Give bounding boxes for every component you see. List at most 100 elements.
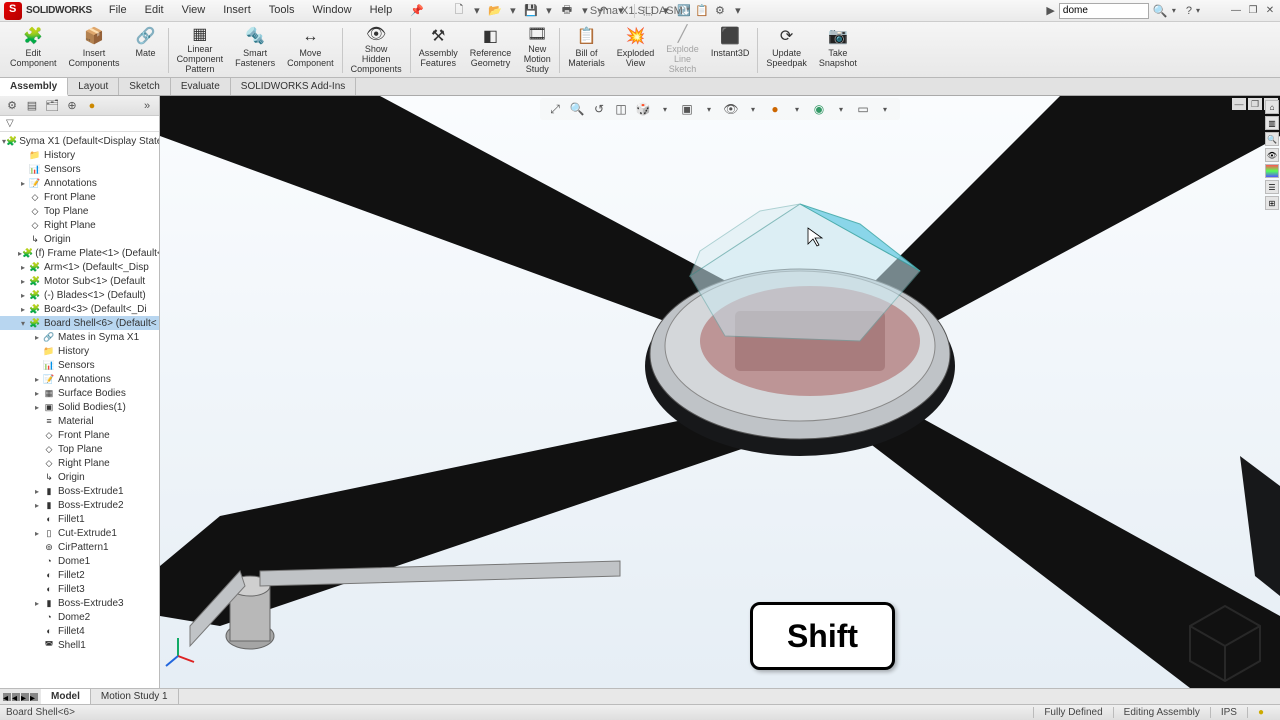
tree-display-icon[interactable]: ▤: [23, 98, 41, 114]
menu-window[interactable]: Window: [305, 2, 358, 19]
show-hidden-button[interactable]: 👁Show Hidden Components: [345, 24, 408, 77]
tree-node[interactable]: ▸🧩(f) Frame Plate<1> (Default<: [0, 246, 159, 260]
tree-node[interactable]: ▸▮Boss-Extrude3: [0, 596, 159, 610]
tree-node[interactable]: ◐Fillet1: [0, 512, 159, 526]
explode-line-sketch-button[interactable]: ╱Explode Line Sketch: [660, 24, 705, 77]
section-view-icon[interactable]: ◫: [612, 100, 630, 118]
tree-node[interactable]: ↳Origin: [0, 232, 159, 246]
vp-max-icon[interactable]: ❐: [1248, 98, 1262, 110]
insert-components-button[interactable]: 📦Insert Components: [63, 24, 126, 77]
menu-edit[interactable]: Edit: [138, 2, 171, 19]
tree-node[interactable]: ▸📝Annotations: [0, 372, 159, 386]
tree-node[interactable]: 📊Sensors: [0, 162, 159, 176]
tree-node[interactable]: ▸🧩Board<3> (Default<_Di: [0, 302, 159, 316]
dropdown-icon[interactable]: ▾: [832, 100, 850, 118]
print-icon[interactable]: 🖶: [559, 3, 575, 19]
bom-button[interactable]: 📋Bill of Materials: [562, 24, 611, 77]
tree-config-icon[interactable]: 🗂: [43, 98, 61, 114]
tree-node[interactable]: ◐Fillet4: [0, 624, 159, 638]
reference-geometry-button[interactable]: ◧Reference Geometry: [464, 24, 518, 77]
tree-filter-icon[interactable]: ⚙: [3, 98, 21, 114]
tree-node[interactable]: ◇Front Plane: [0, 190, 159, 204]
tree-node[interactable]: ◚Shell1: [0, 638, 159, 652]
taskpane-prop-icon[interactable]: ☰: [1265, 180, 1279, 194]
dropdown-icon[interactable]: ▾: [505, 3, 521, 19]
tree-node[interactable]: ▸🧩Arm<1> (Default<_Disp: [0, 260, 159, 274]
appearance-icon[interactable]: ●: [766, 100, 784, 118]
render-icon[interactable]: ▭: [854, 100, 872, 118]
help-icon[interactable]: ?: [1186, 5, 1192, 17]
menu-file[interactable]: File: [102, 2, 134, 19]
tree-node[interactable]: 📊Sensors: [0, 358, 159, 372]
tree-node[interactable]: ▾🧩Board Shell<6> (Default<: [0, 316, 159, 330]
menu-pin-icon[interactable]: 📌: [403, 2, 431, 19]
feature-tree[interactable]: ▾🧩Syma X1 (Default<Display State-1>) 📁Hi…: [0, 132, 159, 688]
taskpane-appear-icon[interactable]: [1265, 164, 1279, 178]
dropdown-icon[interactable]: ▾: [469, 3, 485, 19]
dropdown-icon[interactable]: ▾: [656, 100, 674, 118]
tree-node[interactable]: 📁History: [0, 344, 159, 358]
tree-node[interactable]: ◐Fillet2: [0, 568, 159, 582]
tree-node[interactable]: 📁History: [0, 148, 159, 162]
tab-sketch[interactable]: Sketch: [119, 78, 171, 95]
tree-navigate-icon[interactable]: ⊕: [63, 98, 81, 114]
tree-root-node[interactable]: ▾🧩Syma X1 (Default<Display State-1>): [0, 134, 159, 148]
tree-node[interactable]: ◇Top Plane: [0, 442, 159, 456]
hide-show-icon[interactable]: 👁: [722, 100, 740, 118]
tree-node[interactable]: ◇Top Plane: [0, 204, 159, 218]
scene-icon[interactable]: ◉: [810, 100, 828, 118]
taskpane-search-icon[interactable]: 🔍: [1265, 132, 1279, 146]
dropdown-icon[interactable]: ▾: [541, 3, 557, 19]
new-motion-study-button[interactable]: 🎞New Motion Study: [517, 24, 557, 77]
search-target-icon[interactable]: ▶: [1046, 4, 1054, 17]
bottom-tab-motion[interactable]: Motion Study 1: [91, 689, 179, 704]
tree-node[interactable]: ▸▯Cut-Extrude1: [0, 526, 159, 540]
taskpane-lib-icon[interactable]: ▥: [1265, 116, 1279, 130]
graphics-viewport[interactable]: ⤢ 🔍 ↺ ◫ 🎲▾ ▣▾ 👁▾ ●▾ ◉▾ ▭▾ — ❐ ✕ ⌂ ▥ 🔍 👁 …: [160, 96, 1280, 688]
instant3d-button[interactable]: ⬛Instant3D: [705, 24, 756, 77]
dropdown-icon[interactable]: ▾: [744, 100, 762, 118]
tree-node[interactable]: ↳Origin: [0, 470, 159, 484]
tree-node[interactable]: ◔Dome2: [0, 610, 159, 624]
bottom-tab-nav[interactable]: ◂◂▸▸: [0, 689, 41, 704]
search-input[interactable]: [1059, 3, 1149, 19]
status-warn-icon[interactable]: ●: [1247, 707, 1274, 718]
taskpane-forum-icon[interactable]: ⊞: [1265, 196, 1279, 210]
dropdown-icon[interactable]: ▾: [700, 100, 718, 118]
tree-node[interactable]: ◇Right Plane: [0, 456, 159, 470]
zoom-area-icon[interactable]: 🔍: [568, 100, 586, 118]
tab-assembly[interactable]: Assembly: [0, 78, 68, 96]
display-style-icon[interactable]: ▣: [678, 100, 696, 118]
tree-expand-icon[interactable]: »: [138, 98, 156, 114]
settings-icon[interactable]: ⚙: [712, 3, 728, 19]
tree-node[interactable]: ◇Right Plane: [0, 218, 159, 232]
filter-bar[interactable]: ▽: [0, 116, 159, 132]
tree-node[interactable]: ▸▮Boss-Extrude2: [0, 498, 159, 512]
vp-min-icon[interactable]: —: [1232, 98, 1246, 110]
taskpane-home-icon[interactable]: ⌂: [1265, 100, 1279, 114]
tree-node[interactable]: ▸🔗Mates in Syma X1: [0, 330, 159, 344]
tree-node[interactable]: ◔Dome1: [0, 554, 159, 568]
tree-node[interactable]: ◐Fillet3: [0, 582, 159, 596]
linear-pattern-button[interactable]: ▦Linear Component Pattern: [171, 24, 230, 77]
edit-component-button[interactable]: 🧩Edit Component: [4, 24, 63, 77]
open-icon[interactable]: 📂: [487, 3, 503, 19]
move-component-button[interactable]: ↔Move Component: [281, 24, 340, 77]
mate-button[interactable]: 🔗Mate: [126, 24, 166, 77]
taskpane-view-icon[interactable]: 👁: [1265, 148, 1279, 162]
save-icon[interactable]: 💾: [523, 3, 539, 19]
zoom-fit-icon[interactable]: ⤢: [546, 100, 564, 118]
tree-node[interactable]: ▸▦Surface Bodies: [0, 386, 159, 400]
bottom-tab-model[interactable]: Model: [41, 689, 91, 704]
tree-color-icon[interactable]: ●: [83, 98, 101, 114]
tree-node[interactable]: ◇Front Plane: [0, 428, 159, 442]
restore-icon[interactable]: ❐: [1245, 4, 1261, 18]
tab-addins[interactable]: SOLIDWORKS Add-Ins: [231, 78, 356, 95]
tab-layout[interactable]: Layout: [68, 78, 119, 95]
dropdown-icon[interactable]: ▾: [788, 100, 806, 118]
tree-node[interactable]: ▸▮Boss-Extrude1: [0, 484, 159, 498]
tree-node[interactable]: ≡Material: [0, 414, 159, 428]
menu-tools[interactable]: Tools: [262, 2, 302, 19]
options-icon[interactable]: 📋: [694, 3, 710, 19]
smart-fasteners-button[interactable]: 🔩Smart Fasteners: [229, 24, 281, 77]
